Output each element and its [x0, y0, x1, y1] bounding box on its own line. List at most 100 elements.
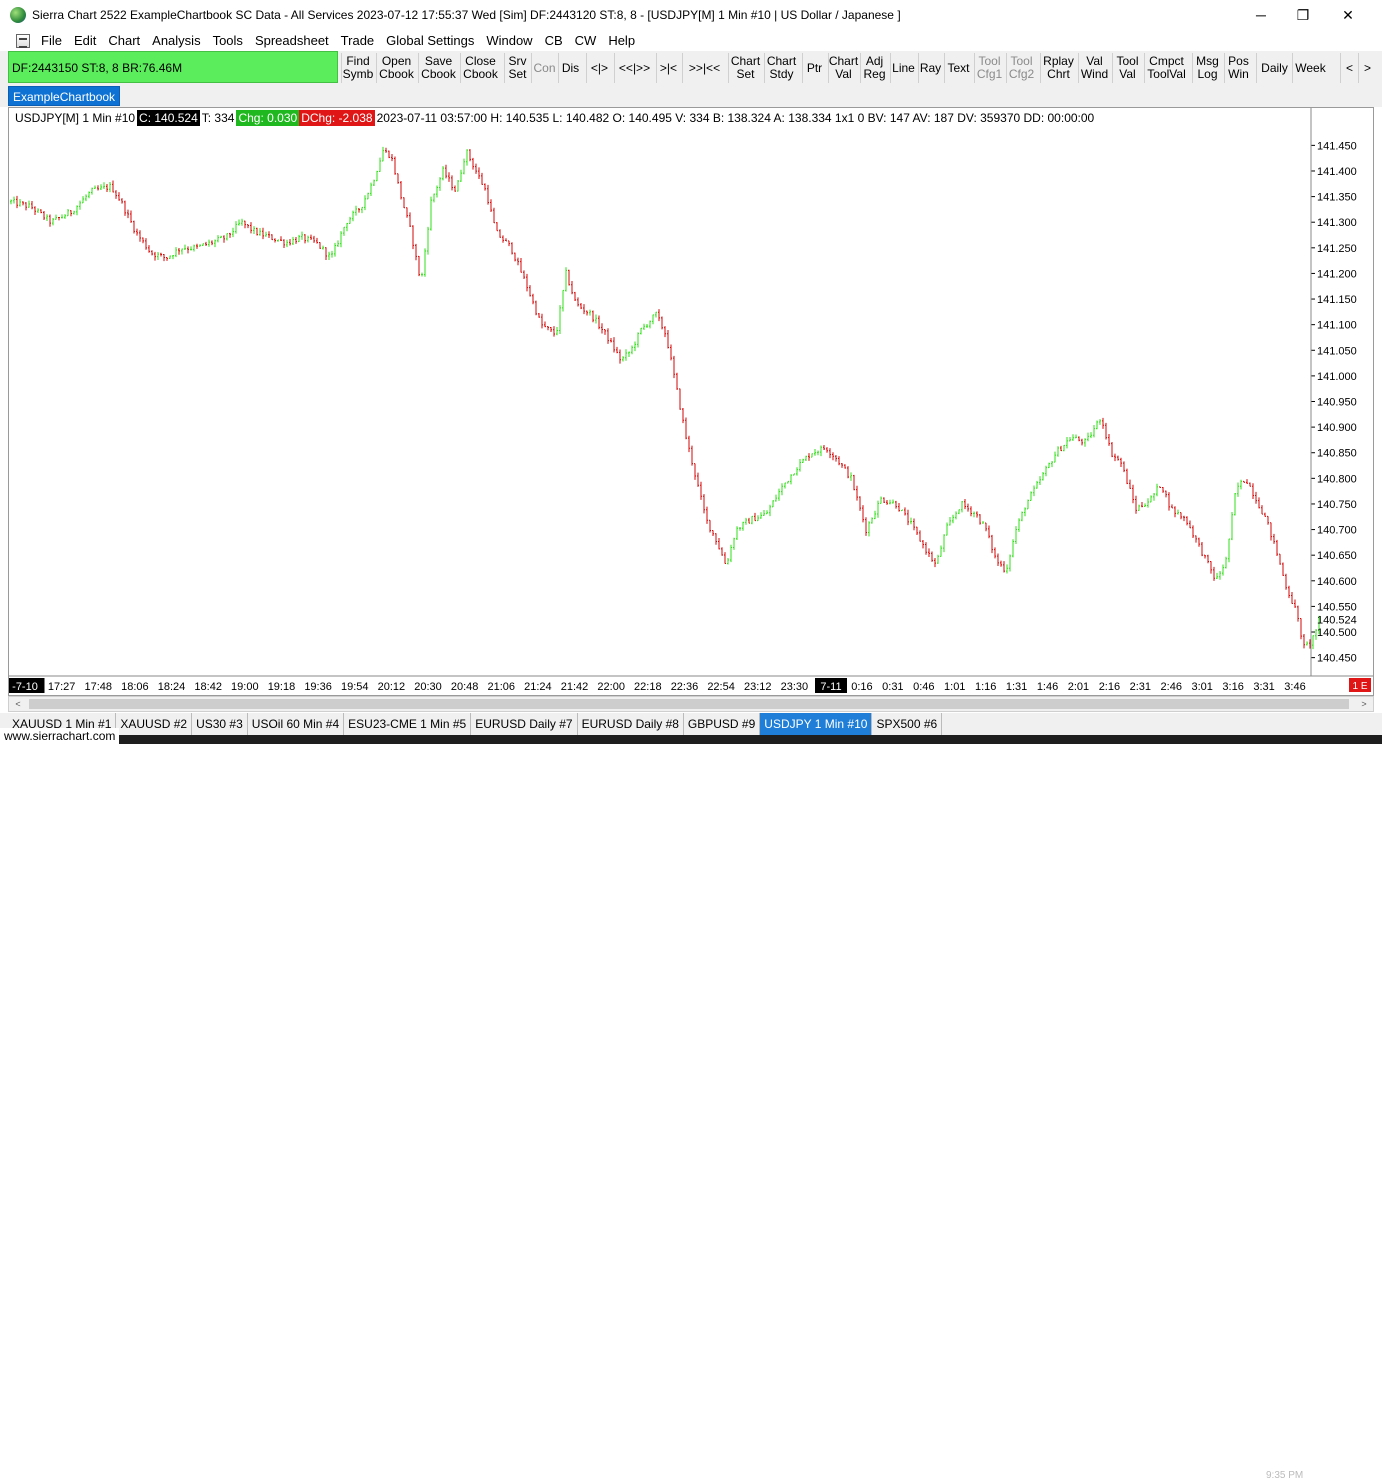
tool-config1-button[interactable]: Tool Cfg1 [974, 53, 1004, 83]
compress-button[interactable]: >|< [656, 53, 680, 83]
server-settings-button[interactable]: Srv Set [504, 53, 530, 83]
chart-tab[interactable]: US30 #3 [192, 713, 248, 735]
time-tick-label: 2:31 [1130, 681, 1151, 693]
compact-tool-values-button[interactable]: Cmpct ToolVal [1144, 53, 1188, 83]
menu-bar: File Edit Chart Analysis Tools Spreadshe… [0, 30, 1382, 76]
chart-window[interactable]: 141.450 141.400 141.350 141.300 141.250 141.2… [8, 107, 1374, 696]
time-tick-label: 20:12 [378, 681, 406, 693]
scroll-center-button[interactable]: <|> [586, 53, 612, 83]
website-label: www.sierrachart.com [0, 728, 120, 744]
price-tick-label: 140.650 [1317, 550, 1357, 562]
maximize-button[interactable]: ❐ [1280, 0, 1326, 30]
chart-tab[interactable]: SPX500 #6 [872, 713, 943, 735]
time-tick-label: 22:36 [671, 681, 699, 693]
replay-chart-button[interactable]: Rplay Chrt [1040, 53, 1076, 83]
time-tick-label: 21:24 [524, 681, 552, 693]
price-tick-label: 141.450 [1317, 140, 1357, 152]
corner-marker: 1 E [1352, 681, 1367, 692]
chart-settings-button[interactable]: Chart Set [728, 53, 762, 83]
scrollbar-thumb[interactable] [29, 699, 1349, 709]
document-icon[interactable] [16, 33, 30, 48]
menu-edit[interactable]: Edit [69, 33, 103, 48]
control-bar: DF:2443150 ST:8, 8 BR:76.46M Find Symb O… [0, 51, 1382, 85]
menu-tools[interactable]: Tools [208, 33, 250, 48]
price-tick-label: 141.350 [1317, 192, 1357, 204]
time-tick-label: 19:00 [231, 681, 259, 693]
message-log-button[interactable]: Msg Log [1192, 53, 1222, 83]
line-tool-button[interactable]: Line [890, 53, 916, 83]
info-details: 2023-07-11 03:57:00 H: 140.535 L: 140.48… [376, 111, 1095, 125]
price-tick-label: 141.200 [1317, 268, 1357, 280]
daily-chart-button[interactable]: Daily [1256, 53, 1292, 83]
minimize-button[interactable]: ─ [1238, 0, 1284, 30]
menu-analysis[interactable]: Analysis [147, 33, 207, 48]
open-chartbook-button[interactable]: Open Cbook [376, 53, 416, 83]
time-tick-label: 1:01 [944, 681, 965, 693]
time-tick-label: 17:48 [85, 681, 113, 693]
tool-values-button[interactable]: Tool Val [1112, 53, 1142, 83]
find-symbol-button[interactable]: Find Symb [341, 53, 374, 83]
chart-tab[interactable]: XAUUSD #2 [116, 713, 193, 735]
menu-global-settings[interactable]: Global Settings [381, 33, 481, 48]
time-tick-label: 3:01 [1191, 681, 1212, 693]
horizontal-scrollbar[interactable]: < > [8, 696, 1374, 712]
connect-button[interactable]: Con [531, 53, 557, 83]
time-tick-label: 22:18 [634, 681, 662, 693]
ray-tool-button[interactable]: Ray [918, 53, 942, 83]
time-tick-label: 22:54 [707, 681, 735, 693]
price-tick-label: 141.000 [1317, 371, 1357, 383]
chart-tab[interactable]: ESU23-CME 1 Min #5 [344, 713, 472, 735]
disconnect-button[interactable]: Dis [558, 53, 582, 83]
compress-bars-button[interactable]: >>|<< [682, 53, 726, 83]
menu-file[interactable]: File [36, 33, 69, 48]
toolbar-scroll-left-button[interactable]: < [1340, 53, 1358, 83]
weekly-chart-button[interactable]: Week [1292, 53, 1328, 83]
price-tick-label: 140.450 [1317, 653, 1357, 665]
time-tick-label: 18:06 [121, 681, 149, 693]
price-tick-label: 141.150 [1317, 294, 1357, 306]
toolbar-scroll-right-button[interactable]: > [1358, 53, 1376, 83]
info-symbol: USDJPY[M] 1 Min #10 [15, 111, 136, 125]
menu-window[interactable]: Window [481, 33, 539, 48]
price-bars [10, 146, 1320, 650]
taskbar-clock: 9:35 PM [1266, 1471, 1304, 1479]
time-tick-label: 3:16 [1222, 681, 1243, 693]
save-chartbook-button[interactable]: Save Cbook [418, 53, 458, 83]
price-tick-label: 141.250 [1317, 243, 1357, 255]
time-tick-label: 2:01 [1068, 681, 1089, 693]
chart-tab[interactable]: USOil 60 Min #4 [248, 713, 345, 735]
values-window-button[interactable]: Val Wind [1078, 53, 1110, 83]
scroll-right-button[interactable]: > [1355, 697, 1373, 711]
time-tick-label: 18:42 [194, 681, 222, 693]
chart-info-line: USDJPY[M] 1 Min #10 C: 140.524 T: 334 Ch… [13, 110, 1096, 126]
text-tool-button[interactable]: Text [944, 53, 972, 83]
menu-chart[interactable]: Chart [103, 33, 147, 48]
chart-tab[interactable]: EURUSD Daily #7 [471, 713, 578, 735]
menu-cw[interactable]: CW [570, 33, 604, 48]
chart-studies-button[interactable]: Chart Stdy [764, 53, 798, 83]
close-window-button[interactable]: ✕ [1325, 0, 1371, 30]
positions-window-button[interactable]: Pos Win [1224, 53, 1252, 83]
price-chart[interactable]: 141.450 141.400 141.350 141.300 141.250 141.2… [9, 108, 1374, 696]
menu-cb[interactable]: CB [540, 33, 570, 48]
menu-help[interactable]: Help [603, 33, 642, 48]
close-chartbook-button[interactable]: Close Cbook [460, 53, 500, 83]
expand-bars-button[interactable]: <<|>> [614, 53, 654, 83]
info-trades: T: 334 [201, 111, 235, 125]
pointer-tool-button[interactable]: Ptr [802, 53, 826, 83]
info-change: Chg: 0.030 [236, 110, 300, 126]
chart-values-tool-button[interactable]: Chart Val [828, 53, 858, 83]
chart-tab[interactable]: EURUSD Daily #8 [578, 713, 684, 735]
chartbook-tab[interactable]: ExampleChartbook [8, 86, 121, 106]
chart-tab[interactable]: USDJPY 1 Min #10 [760, 713, 873, 735]
time-tick-label: 17:27 [48, 681, 76, 693]
scroll-left-button[interactable]: < [9, 697, 27, 711]
menu-spreadsheet[interactable]: Spreadsheet [250, 33, 336, 48]
tool-config2-button[interactable]: Tool Cfg2 [1006, 53, 1036, 83]
time-scale: -7-10 17:27 17:48 18:06 18:24 18:42 19:00 19:18… [9, 675, 1373, 693]
time-tick-label: 19:36 [304, 681, 332, 693]
menu-trade[interactable]: Trade [336, 33, 381, 48]
adjust-region-button[interactable]: Adj Reg [860, 53, 888, 83]
chart-tab[interactable]: GBPUSD #9 [684, 713, 761, 735]
price-tick-label: 141.400 [1317, 166, 1357, 178]
